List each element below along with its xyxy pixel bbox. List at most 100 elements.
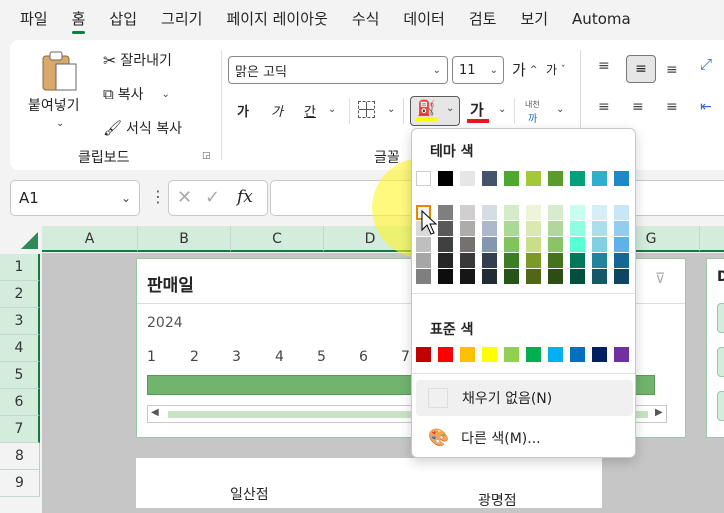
- row-header-3[interactable]: 3: [0, 308, 40, 335]
- slicer-item[interactable]: [717, 347, 724, 377]
- theme-color-swatch[interactable]: [592, 171, 607, 186]
- borders-dropdown-icon[interactable]: ⌄: [387, 104, 395, 115]
- standard-color-swatch[interactable]: [482, 347, 497, 362]
- tab-8[interactable]: 보기: [508, 0, 560, 38]
- month-label[interactable]: 4: [275, 349, 284, 365]
- slicer-item[interactable]: [717, 303, 724, 333]
- month-label[interactable]: 6: [359, 349, 368, 365]
- tab-9[interactable]: Automa: [560, 0, 643, 38]
- theme-shade-swatch[interactable]: [504, 253, 519, 268]
- month-label[interactable]: 2: [190, 349, 199, 365]
- theme-shade-swatch[interactable]: [460, 269, 475, 284]
- row-header-9[interactable]: 9: [0, 470, 40, 497]
- standard-color-swatch[interactable]: [570, 347, 585, 362]
- tab-7[interactable]: 검토: [457, 0, 509, 38]
- bold-button[interactable]: 가: [237, 101, 249, 120]
- borders-icon[interactable]: [358, 101, 375, 118]
- fill-color-button[interactable]: ⛽ ⌄: [410, 96, 460, 126]
- theme-color-swatch[interactable]: [482, 171, 497, 186]
- theme-shade-swatch[interactable]: [504, 237, 519, 252]
- theme-shade-swatch[interactable]: [482, 205, 497, 220]
- standard-color-swatch[interactable]: [416, 347, 431, 362]
- paste-icon[interactable]: [40, 50, 80, 94]
- copy-dropdown-icon[interactable]: ⌄: [161, 89, 169, 100]
- theme-shade-swatch[interactable]: [438, 221, 453, 236]
- theme-shade-swatch[interactable]: [416, 269, 431, 284]
- no-fill-item[interactable]: 채우기 없음(N): [416, 380, 633, 416]
- column-header-b[interactable]: B: [137, 226, 230, 252]
- theme-shade-swatch[interactable]: [614, 205, 629, 220]
- shrink-font-button[interactable]: 가ˇ: [546, 61, 566, 78]
- theme-shade-swatch[interactable]: [570, 221, 585, 236]
- second-slicer[interactable]: D: [706, 258, 724, 438]
- row-header-8[interactable]: 8: [0, 443, 40, 470]
- theme-color-swatch[interactable]: [416, 171, 431, 186]
- font-color-dropdown-icon[interactable]: ⌄: [498, 104, 506, 115]
- theme-shade-swatch[interactable]: [526, 237, 541, 252]
- row-header-5[interactable]: 5: [0, 362, 40, 389]
- theme-shade-swatch[interactable]: [614, 253, 629, 268]
- tab-4[interactable]: 페이지 레이아웃: [214, 0, 339, 38]
- tab-5[interactable]: 수식: [340, 0, 392, 38]
- cancel-icon[interactable]: ✕: [177, 187, 192, 208]
- clear-filter-icon[interactable]: ⊽: [655, 271, 665, 287]
- cut-button[interactable]: ✂ 잘라내기: [103, 50, 172, 70]
- tab-3[interactable]: 그리기: [149, 0, 214, 38]
- grow-font-button[interactable]: 가 ^: [512, 59, 537, 80]
- standard-color-swatch[interactable]: [438, 347, 453, 362]
- paste-dropdown-icon[interactable]: ⌄: [56, 118, 64, 129]
- indent-icon[interactable]: ⇤: [700, 99, 712, 115]
- align-top-icon[interactable]: ≡: [598, 58, 610, 74]
- theme-color-swatch[interactable]: [548, 171, 563, 186]
- theme-shade-swatch[interactable]: [570, 269, 585, 284]
- theme-shade-swatch[interactable]: [460, 237, 475, 252]
- theme-shade-swatch[interactable]: [570, 237, 585, 252]
- theme-shade-swatch[interactable]: [526, 253, 541, 268]
- copy-button[interactable]: ⧉ 복사 ⌄: [103, 84, 170, 104]
- theme-shade-swatch[interactable]: [482, 237, 497, 252]
- row-header-1[interactable]: 1: [0, 254, 40, 281]
- theme-color-swatch[interactable]: [438, 171, 453, 186]
- theme-shade-swatch[interactable]: [548, 237, 563, 252]
- theme-shade-swatch[interactable]: [526, 205, 541, 220]
- tab-1[interactable]: 홈: [60, 0, 98, 38]
- select-all-button[interactable]: [0, 226, 42, 253]
- orientation-icon[interactable]: ⤢: [700, 55, 712, 73]
- month-label[interactable]: 3: [232, 349, 241, 365]
- theme-color-swatch[interactable]: [504, 171, 519, 186]
- name-box[interactable]: A1 ⌄: [10, 180, 140, 216]
- row-header-2[interactable]: 2: [0, 281, 40, 308]
- tab-2[interactable]: 삽입: [97, 0, 149, 38]
- phonetic-dropdown-icon[interactable]: ⌄: [556, 104, 564, 115]
- theme-shade-swatch[interactable]: [592, 221, 607, 236]
- standard-color-swatch[interactable]: [504, 347, 519, 362]
- theme-shade-swatch[interactable]: [548, 221, 563, 236]
- theme-shade-swatch[interactable]: [548, 269, 563, 284]
- align-bottom-icon[interactable]: ≡: [666, 62, 678, 78]
- standard-color-swatch[interactable]: [548, 347, 563, 362]
- theme-shade-swatch[interactable]: [460, 253, 475, 268]
- align-middle-icon[interactable]: ≡: [626, 55, 656, 83]
- font-color-button[interactable]: 가: [470, 99, 484, 120]
- row-header-6[interactable]: 6: [0, 389, 40, 416]
- scroll-right-icon[interactable]: ▶: [655, 407, 663, 418]
- font-size-select[interactable]: 11 ⌄: [452, 56, 504, 84]
- theme-shade-swatch[interactable]: [526, 221, 541, 236]
- standard-color-swatch[interactable]: [592, 347, 607, 362]
- theme-shade-swatch[interactable]: [592, 269, 607, 284]
- more-colors-item[interactable]: 🎨 다른 색(M)...: [416, 420, 633, 456]
- theme-shade-swatch[interactable]: [438, 205, 453, 220]
- row-header-4[interactable]: 4: [0, 335, 40, 362]
- theme-shade-swatch[interactable]: [614, 221, 629, 236]
- align-left-icon[interactable]: ≡: [598, 99, 610, 115]
- theme-shade-swatch[interactable]: [592, 237, 607, 252]
- theme-color-swatch[interactable]: [526, 171, 541, 186]
- theme-shade-swatch[interactable]: [570, 253, 585, 268]
- month-label[interactable]: 7: [401, 349, 410, 365]
- tab-0[interactable]: 파일: [8, 0, 60, 38]
- theme-shade-swatch[interactable]: [438, 237, 453, 252]
- standard-color-swatch[interactable]: [526, 347, 541, 362]
- phonetic-button[interactable]: 까: [528, 110, 537, 125]
- theme-shade-swatch[interactable]: [570, 205, 585, 220]
- standard-color-swatch[interactable]: [460, 347, 475, 362]
